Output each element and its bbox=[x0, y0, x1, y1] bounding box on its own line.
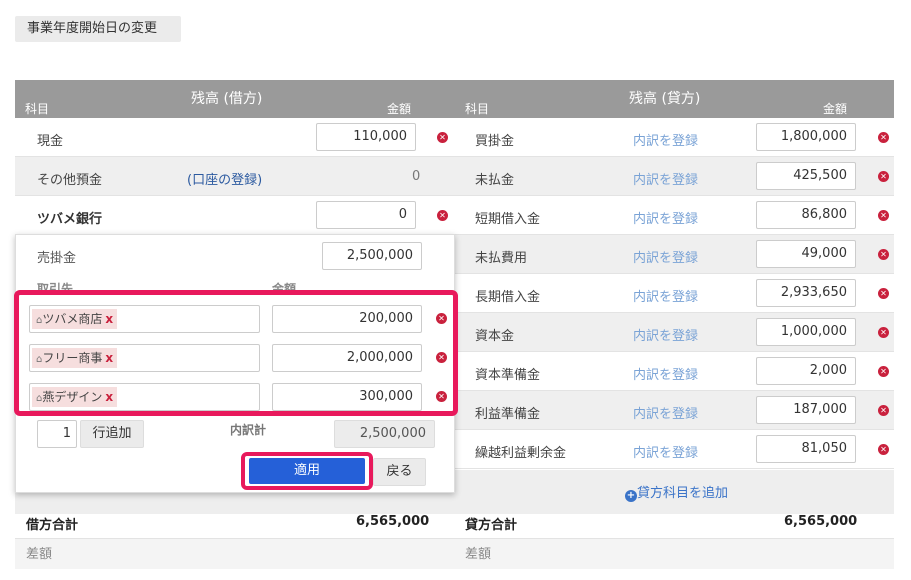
credit-col-item: 科目 bbox=[465, 102, 490, 116]
credit-row: 長期借入金 内訳を登録 2,933,650 ✕ bbox=[455, 274, 894, 313]
debit-row: ツバメ銀行 0 ✕ bbox=[15, 196, 455, 235]
delete-icon[interactable]: ✕ bbox=[878, 132, 889, 143]
credit-row: 利益準備金 内訳を登録 187,000 ✕ bbox=[455, 391, 894, 430]
subtotal-label: 内訳計 bbox=[230, 423, 267, 437]
credit-row: 買掛金 内訳を登録 1,800,000 ✕ bbox=[455, 118, 894, 157]
apply-highlight bbox=[241, 452, 373, 490]
debit-row: 現金 110,000 ✕ bbox=[15, 118, 455, 157]
account-name: 現金 bbox=[37, 134, 64, 149]
delete-icon[interactable]: ✕ bbox=[878, 405, 889, 416]
delete-icon[interactable]: ✕ bbox=[437, 132, 448, 143]
back-button[interactable]: 戻る bbox=[373, 458, 426, 486]
account-name: その他預金 bbox=[37, 173, 103, 188]
debit-col-item: 科目 bbox=[25, 102, 50, 116]
credit-panel: 科目 残高 (貸方) 金額 買掛金 内訳を登録 1,800,000 ✕ 未払金 内訳を登録… bbox=[455, 80, 894, 514]
change-fiscal-start-button[interactable]: 事業年度開始日の変更 bbox=[15, 16, 181, 42]
delete-icon[interactable]: ✕ bbox=[878, 210, 889, 221]
breakdown-highlight bbox=[14, 290, 458, 416]
amount-value: 0 bbox=[412, 169, 421, 184]
popup-account-amount[interactable]: 2,500,000 bbox=[322, 242, 422, 270]
amount-input[interactable]: 1,000,000 bbox=[756, 318, 856, 346]
credit-title: 残高 (貸方) bbox=[629, 91, 701, 107]
subtotal-value: 2,500,000 bbox=[334, 420, 435, 448]
register-breakdown-link[interactable]: 内訳を登録 bbox=[633, 403, 698, 422]
credit-row: 繰越利益剰余金 内訳を登録 81,050 ✕ bbox=[455, 430, 894, 469]
delete-icon[interactable]: ✕ bbox=[437, 210, 448, 221]
row-count-input[interactable]: 1 bbox=[37, 420, 77, 448]
credit-diff-label: 差額 bbox=[465, 547, 492, 562]
amount-input[interactable]: 2,933,650 bbox=[756, 279, 856, 307]
account-name: 未払金 bbox=[475, 173, 515, 188]
delete-icon[interactable]: ✕ bbox=[878, 249, 889, 260]
amount-input[interactable]: 1,800,000 bbox=[756, 123, 856, 151]
account-name: ツバメ銀行 bbox=[37, 212, 103, 227]
debit-title: 残高 (借方) bbox=[191, 91, 263, 107]
account-name: 資本準備金 bbox=[475, 368, 541, 383]
account-name: 利益準備金 bbox=[475, 407, 541, 422]
register-account-link[interactable]: (口座の登録) bbox=[187, 169, 262, 188]
account-name: 未払費用 bbox=[475, 251, 528, 266]
diff-row: 差額 差額 bbox=[15, 539, 894, 569]
register-breakdown-link[interactable]: 内訳を登録 bbox=[633, 169, 698, 188]
account-name: 長期借入金 bbox=[475, 290, 541, 305]
delete-icon[interactable]: ✕ bbox=[878, 444, 889, 455]
credit-row: 資本金 内訳を登録 1,000,000 ✕ bbox=[455, 313, 894, 352]
account-name: 短期借入金 bbox=[475, 212, 541, 227]
amount-input[interactable]: 86,800 bbox=[756, 201, 856, 229]
credit-row: 未払費用 内訳を登録 49,000 ✕ bbox=[455, 235, 894, 274]
register-breakdown-link[interactable]: 内訳を登録 bbox=[633, 325, 698, 344]
amount-input[interactable]: 81,050 bbox=[756, 435, 856, 463]
popup-account-name: 売掛金 bbox=[37, 251, 77, 266]
amount-input[interactable]: 425,500 bbox=[756, 162, 856, 190]
delete-icon[interactable]: ✕ bbox=[878, 366, 889, 377]
credit-row: 短期借入金 内訳を登録 86,800 ✕ bbox=[455, 196, 894, 235]
register-breakdown-link[interactable]: 内訳を登録 bbox=[633, 364, 698, 383]
debit-header: 科目 残高 (借方) 金額 bbox=[15, 80, 455, 118]
debit-row: その他預金 (口座の登録) 0 bbox=[15, 157, 455, 196]
amount-input[interactable]: 49,000 bbox=[756, 240, 856, 268]
plus-circle-icon: + bbox=[625, 490, 637, 502]
amount-input[interactable]: 110,000 bbox=[316, 123, 416, 151]
amount-input[interactable]: 187,000 bbox=[756, 396, 856, 424]
delete-icon[interactable]: ✕ bbox=[878, 171, 889, 182]
add-credit-account-link[interactable]: + 貸方科目を追加 bbox=[625, 482, 728, 502]
totals-row: 借方合計 6,565,000 貸方合計 6,565,000 bbox=[15, 509, 894, 539]
register-breakdown-link[interactable]: 内訳を登録 bbox=[633, 442, 698, 461]
credit-row: 資本準備金 内訳を登録 2,000 ✕ bbox=[455, 352, 894, 391]
credit-row: 未払金 内訳を登録 425,500 ✕ bbox=[455, 157, 894, 196]
credit-header: 科目 残高 (貸方) 金額 bbox=[455, 80, 894, 118]
delete-icon[interactable]: ✕ bbox=[878, 327, 889, 338]
debit-col-amount: 金額 bbox=[387, 102, 412, 116]
register-breakdown-link[interactable]: 内訳を登録 bbox=[633, 286, 698, 305]
debit-diff-label: 差額 bbox=[26, 547, 53, 562]
amount-input[interactable]: 0 bbox=[316, 201, 416, 229]
credit-total-label: 貸方合計 bbox=[465, 518, 518, 533]
register-breakdown-link[interactable]: 内訳を登録 bbox=[633, 130, 698, 149]
credit-add-bar: + 貸方科目を追加 bbox=[455, 470, 894, 514]
credit-total: 6,565,000 bbox=[784, 514, 858, 529]
debit-total-label: 借方合計 bbox=[26, 518, 79, 533]
account-name: 繰越利益剰余金 bbox=[475, 446, 567, 461]
amount-input[interactable]: 2,000 bbox=[756, 357, 856, 385]
add-row-button[interactable]: 行追加 bbox=[80, 420, 144, 448]
account-name: 買掛金 bbox=[475, 134, 515, 149]
credit-col-amount: 金額 bbox=[823, 102, 848, 116]
register-breakdown-link[interactable]: 内訳を登録 bbox=[633, 208, 698, 227]
debit-total: 6,565,000 bbox=[356, 514, 430, 529]
delete-icon[interactable]: ✕ bbox=[878, 288, 889, 299]
account-name: 資本金 bbox=[475, 329, 515, 344]
register-breakdown-link[interactable]: 内訳を登録 bbox=[633, 247, 698, 266]
